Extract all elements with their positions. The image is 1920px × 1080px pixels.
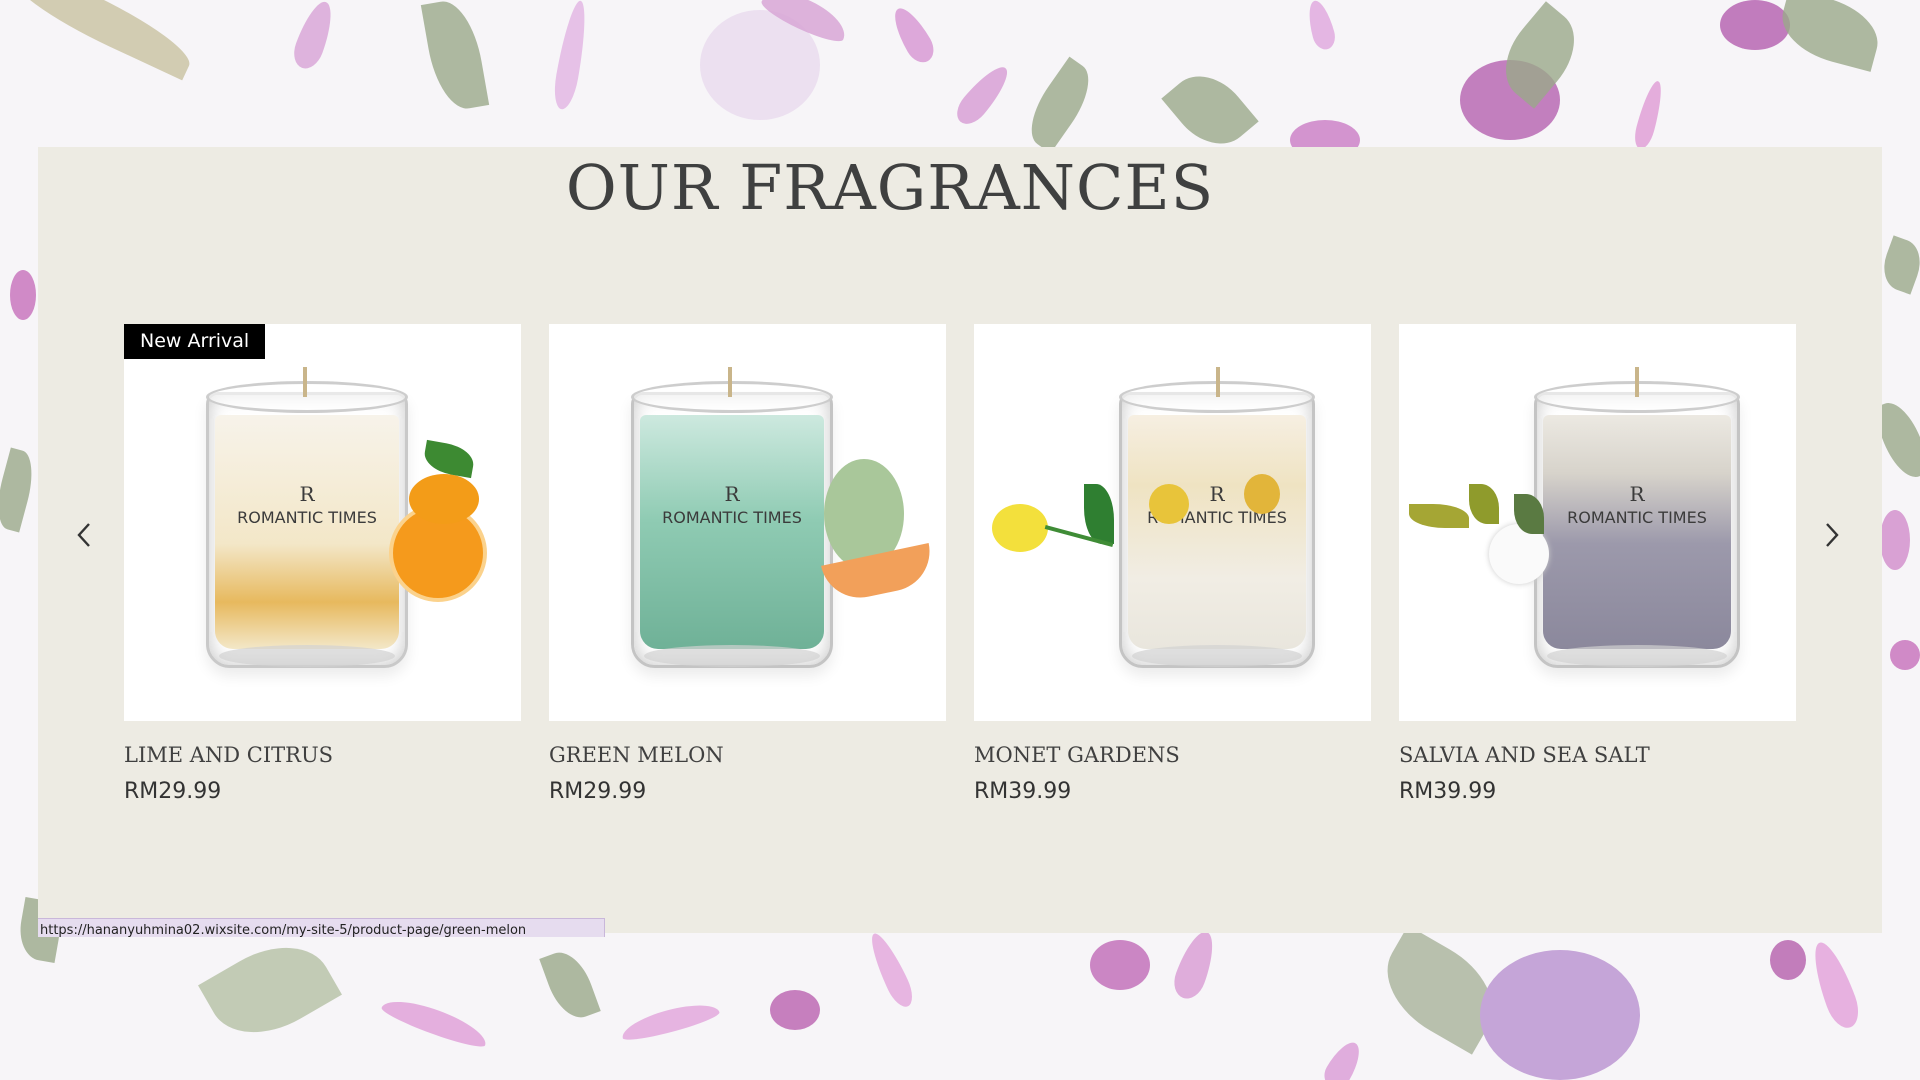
- product-card[interactable]: R ROMANTIC TIMES New Arrival LIME AND CIT…: [124, 324, 521, 804]
- chevron-right-icon: [1826, 523, 1839, 547]
- new-arrival-badge: New Arrival: [124, 324, 266, 359]
- chevron-left-icon: [77, 523, 90, 547]
- product-price: RM39.99: [974, 779, 1072, 804]
- status-bar-url: https://hananyuhmina02.wixsite.com/my-si…: [38, 918, 605, 937]
- carousel-next-button[interactable]: [1812, 505, 1852, 565]
- product-price: RM39.99: [1399, 779, 1497, 804]
- section-title: OUR FRAGRANCES: [565, 151, 1215, 224]
- product-card[interactable]: R ROMANTIC TIMES GREEN MELON RM29.99: [549, 324, 946, 804]
- carousel-prev-button[interactable]: [64, 505, 104, 565]
- product-name[interactable]: MONET GARDENS: [974, 743, 1371, 767]
- product-image[interactable]: R ROMANTIC TIMES: [974, 324, 1371, 721]
- product-name[interactable]: GREEN MELON: [549, 743, 946, 767]
- product-card[interactable]: R ROMANTIC TIMES MONET GARDENS RM39.99: [974, 324, 1371, 804]
- product-image[interactable]: R ROMANTIC TIMES: [1399, 324, 1796, 721]
- product-price: RM29.99: [124, 779, 222, 804]
- fragrances-section: OUR FRAGRANCES R ROMANTIC TIMES New Arriv…: [38, 147, 1882, 933]
- product-price: RM29.99: [549, 779, 647, 804]
- product-name[interactable]: SALVIA AND SEA SALT: [1399, 743, 1796, 767]
- product-image[interactable]: R ROMANTIC TIMES: [549, 324, 946, 721]
- product-card[interactable]: R ROMANTIC TIMES SALVIA AND SEA SALT RM39…: [1399, 324, 1796, 804]
- product-image[interactable]: R ROMANTIC TIMES New Arrival: [124, 324, 521, 721]
- product-name[interactable]: LIME AND CITRUS: [124, 743, 521, 767]
